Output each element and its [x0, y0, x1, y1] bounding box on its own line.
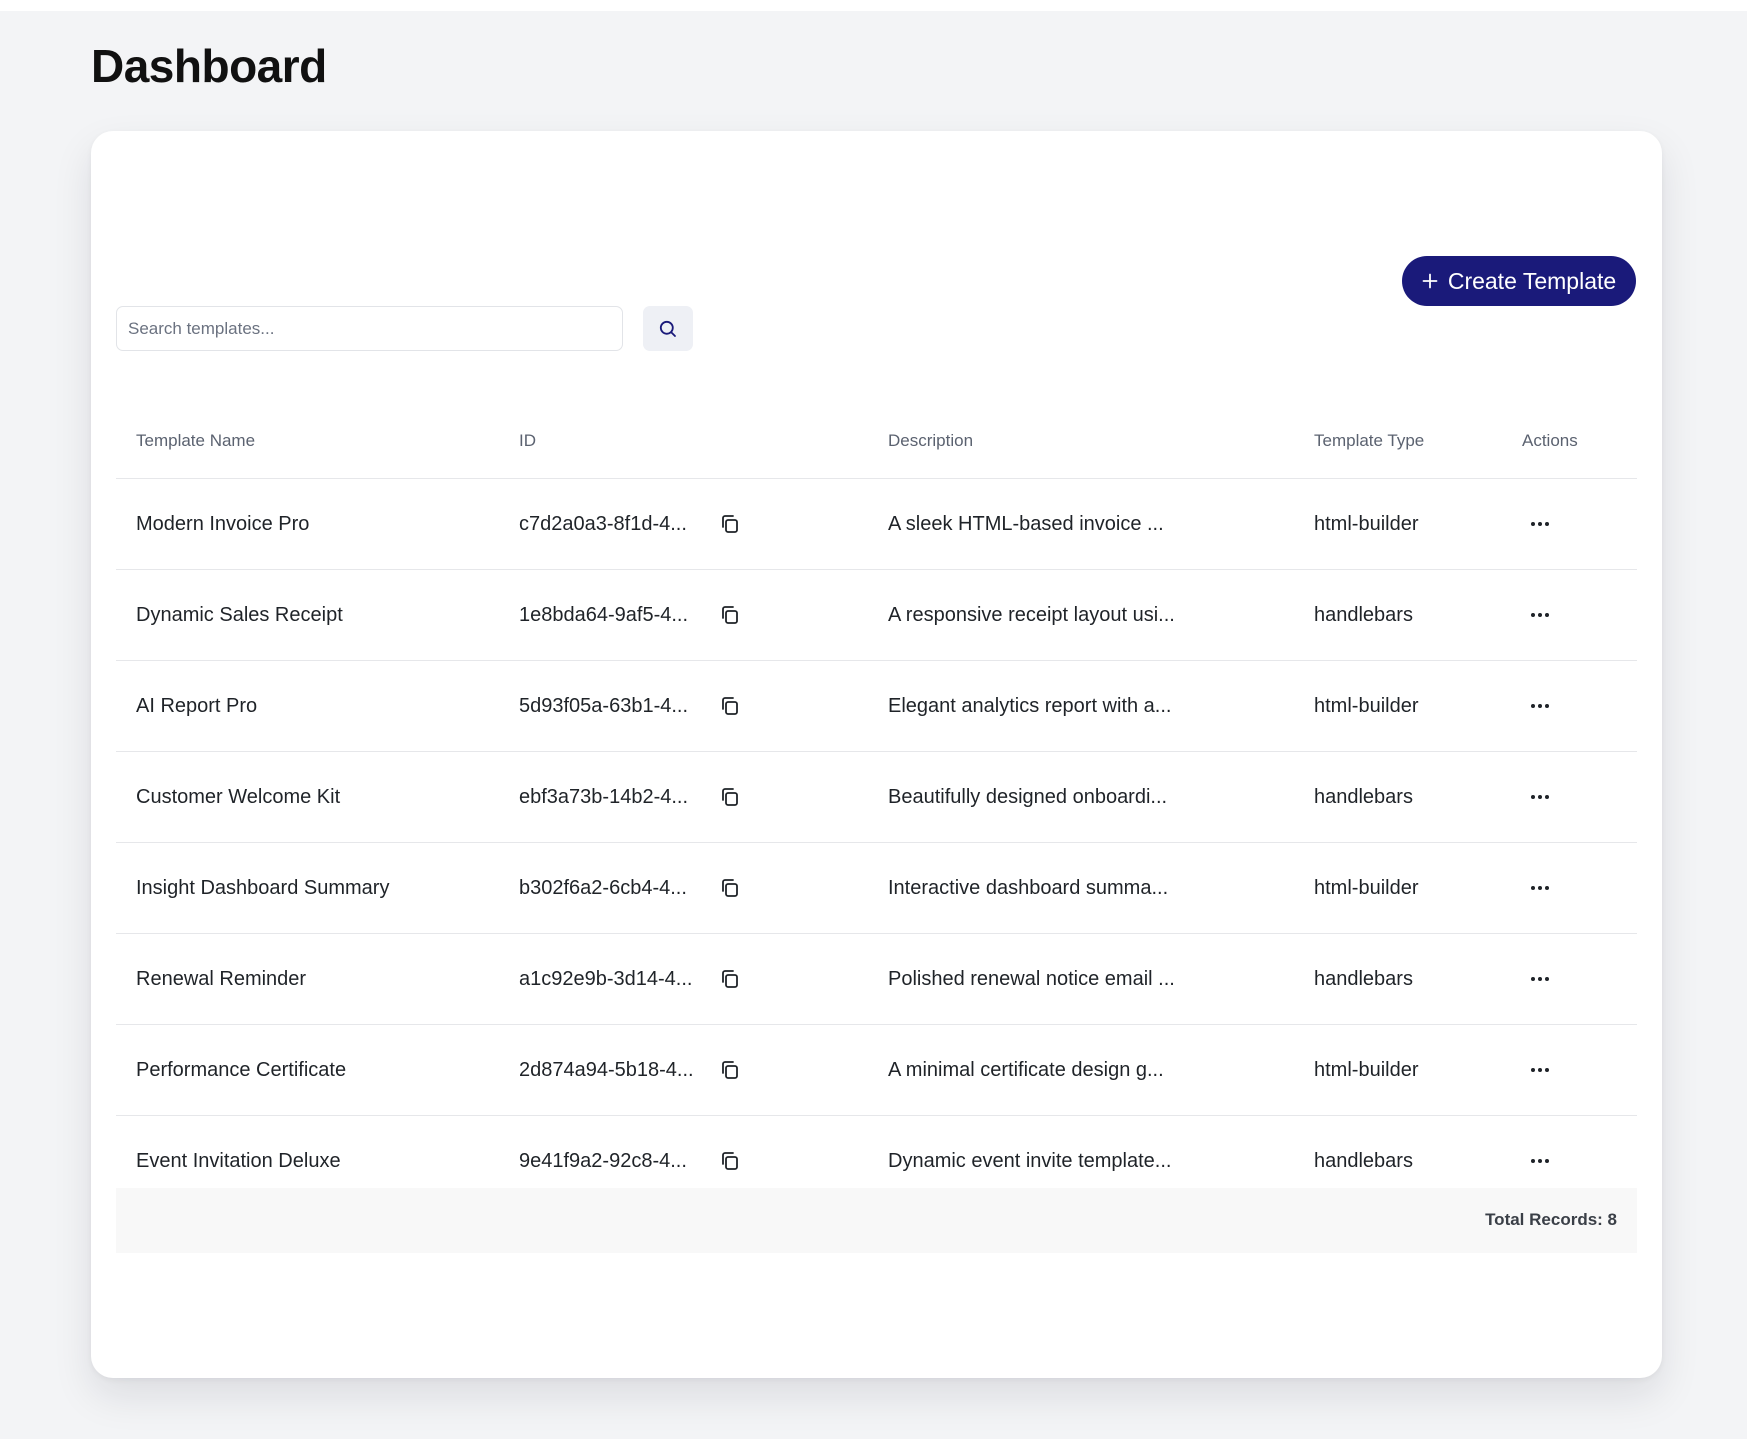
row-actions-button[interactable] — [1526, 966, 1554, 992]
table-row: Modern Invoice Pro c7d2a0a3-8f1d-4... A … — [116, 479, 1637, 570]
table-header: Template Name ID Description Template Ty… — [116, 403, 1637, 479]
template-id: 1e8bda64-9af5-4... — [519, 604, 689, 626]
create-template-button[interactable]: Create Template — [1402, 256, 1636, 306]
template-type: html-builder — [1314, 1059, 1419, 1081]
column-header-actions: Actions — [1522, 431, 1578, 450]
template-type: html-builder — [1314, 877, 1419, 899]
table-footer: Total Records: 8 — [116, 1188, 1637, 1253]
template-id: 9e41f9a2-92c8-4... — [519, 1150, 687, 1172]
more-horizontal-icon — [1531, 977, 1549, 981]
template-name: AI Report Pro — [136, 695, 258, 717]
template-name: Event Invitation Deluxe — [136, 1150, 341, 1172]
table-row: AI Report Pro 5d93f05a-63b1-4... Elegant… — [116, 661, 1637, 752]
row-actions-button[interactable] — [1526, 1148, 1554, 1174]
column-header-description: Description — [888, 431, 974, 450]
template-name: Insight Dashboard Summary — [136, 877, 390, 899]
template-description: A sleek HTML-based invoice ... — [888, 513, 1164, 535]
template-description: A responsive receipt layout usi... — [888, 604, 1175, 626]
table-row: Insight Dashboard Summary b302f6a2-6cb4-… — [116, 843, 1637, 934]
more-horizontal-icon — [1531, 1159, 1549, 1163]
column-header-type: Template Type — [1314, 431, 1425, 450]
copy-icon[interactable] — [718, 694, 742, 718]
template-id: a1c92e9b-3d14-4... — [519, 968, 693, 990]
template-type: handlebars — [1314, 1150, 1413, 1172]
column-header-name: Template Name — [136, 431, 256, 450]
table-row: Performance Certificate 2d874a94-5b18-4.… — [116, 1025, 1637, 1116]
template-description: Elegant analytics report with a... — [888, 695, 1172, 717]
column-header-id: ID — [519, 431, 536, 450]
copy-icon[interactable] — [718, 512, 742, 536]
more-horizontal-icon — [1531, 886, 1549, 890]
row-actions-button[interactable] — [1526, 784, 1554, 810]
templates-card: Create Template Template Name ID Descrip… — [91, 131, 1662, 1378]
row-actions-button[interactable] — [1526, 693, 1554, 719]
row-actions-button[interactable] — [1526, 602, 1554, 628]
template-name: Customer Welcome Kit — [136, 786, 341, 808]
template-type: html-builder — [1314, 513, 1419, 535]
more-horizontal-icon — [1531, 704, 1549, 708]
copy-icon[interactable] — [718, 1149, 742, 1173]
template-description: Dynamic event invite template... — [888, 1150, 1172, 1172]
copy-icon[interactable] — [718, 1058, 742, 1082]
template-description: A minimal certificate design g... — [888, 1059, 1164, 1081]
row-actions-button[interactable] — [1526, 1057, 1554, 1083]
table-row: Renewal Reminder a1c92e9b-3d14-4... Poli… — [116, 934, 1637, 1025]
copy-icon[interactable] — [718, 785, 742, 809]
template-id: b302f6a2-6cb4-4... — [519, 877, 687, 899]
more-horizontal-icon — [1531, 522, 1549, 526]
create-template-label: Create Template — [1447, 267, 1617, 294]
search-button[interactable] — [643, 306, 693, 351]
total-records: Total Records: 8 — [1485, 1210, 1617, 1229]
copy-icon[interactable] — [718, 876, 742, 900]
template-name: Renewal Reminder — [136, 968, 307, 990]
template-type: handlebars — [1314, 968, 1413, 990]
plus-icon — [1422, 273, 1438, 289]
template-type: handlebars — [1314, 604, 1413, 626]
template-name: Dynamic Sales Receipt — [136, 604, 343, 626]
template-id: 5d93f05a-63b1-4... — [519, 695, 689, 717]
search-input[interactable] — [116, 306, 623, 351]
table-row: Dynamic Sales Receipt 1e8bda64-9af5-4...… — [116, 570, 1637, 661]
template-id: 2d874a94-5b18-4... — [519, 1059, 694, 1081]
copy-icon[interactable] — [718, 967, 742, 991]
template-id: c7d2a0a3-8f1d-4... — [519, 513, 687, 535]
template-name: Modern Invoice Pro — [136, 513, 310, 535]
page-title: Dashboard — [91, 40, 327, 92]
template-type: html-builder — [1314, 695, 1419, 717]
template-type: handlebars — [1314, 786, 1413, 808]
table-row: Customer Welcome Kit ebf3a73b-14b2-4... … — [116, 752, 1637, 843]
more-horizontal-icon — [1531, 795, 1549, 799]
template-id: ebf3a73b-14b2-4... — [519, 786, 689, 808]
template-description: Beautifully designed onboardi... — [888, 786, 1168, 808]
template-name: Performance Certificate — [136, 1059, 347, 1081]
row-actions-button[interactable] — [1526, 511, 1554, 537]
more-horizontal-icon — [1531, 613, 1549, 617]
more-horizontal-icon — [1531, 1068, 1549, 1072]
template-description: Interactive dashboard summa... — [888, 877, 1169, 899]
search-icon — [659, 320, 676, 337]
copy-icon[interactable] — [718, 603, 742, 627]
template-description: Polished renewal notice email ... — [888, 968, 1175, 990]
row-actions-button[interactable] — [1526, 875, 1554, 901]
